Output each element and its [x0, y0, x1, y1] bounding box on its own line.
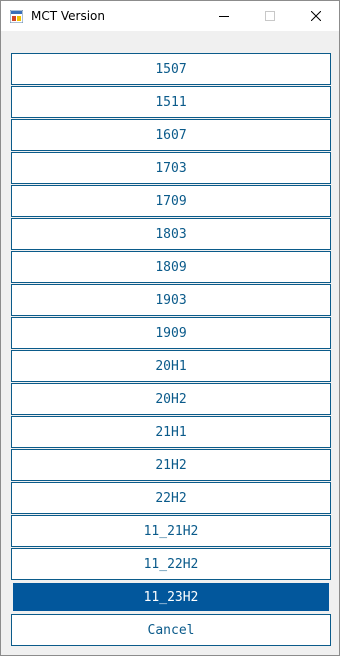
close-icon — [311, 11, 321, 21]
version-button-22h2[interactable]: 22H2 — [11, 482, 331, 514]
cancel-button[interactable]: Cancel — [11, 614, 331, 646]
version-button-1709[interactable]: 1709 — [11, 185, 331, 217]
version-button-1803[interactable]: 1803 — [11, 218, 331, 250]
app-icon — [10, 10, 23, 23]
maximize-button — [247, 1, 293, 31]
version-button-20h1[interactable]: 20H1 — [11, 350, 331, 382]
minimize-button[interactable] — [201, 1, 247, 31]
version-button-1909[interactable]: 1909 — [11, 317, 331, 349]
version-button-1903[interactable]: 1903 — [11, 284, 331, 316]
version-button-20h2[interactable]: 20H2 — [11, 383, 331, 415]
version-button-1809[interactable]: 1809 — [11, 251, 331, 283]
version-button-1507[interactable]: 1507 — [11, 53, 331, 85]
version-button-11-23h2[interactable]: 11_23H2 — [11, 581, 331, 613]
version-button-21h2[interactable]: 21H2 — [11, 449, 331, 481]
version-button-1511[interactable]: 1511 — [11, 86, 331, 118]
close-button[interactable] — [293, 1, 339, 31]
window-title: MCT Version — [31, 9, 106, 23]
version-button-1703[interactable]: 1703 — [11, 152, 331, 184]
version-button-21h1[interactable]: 21H1 — [11, 416, 331, 448]
mct-version-window: MCT Version 1507 1511 1607 1703 1709 180… — [0, 0, 340, 656]
version-button-11-22h2[interactable]: 11_22H2 — [11, 548, 331, 580]
version-button-11-21h2[interactable]: 11_21H2 — [11, 515, 331, 547]
maximize-icon — [265, 11, 275, 21]
version-button-1607[interactable]: 1607 — [11, 119, 331, 151]
minimize-icon — [219, 16, 229, 17]
title-bar[interactable]: MCT Version — [1, 1, 339, 31]
